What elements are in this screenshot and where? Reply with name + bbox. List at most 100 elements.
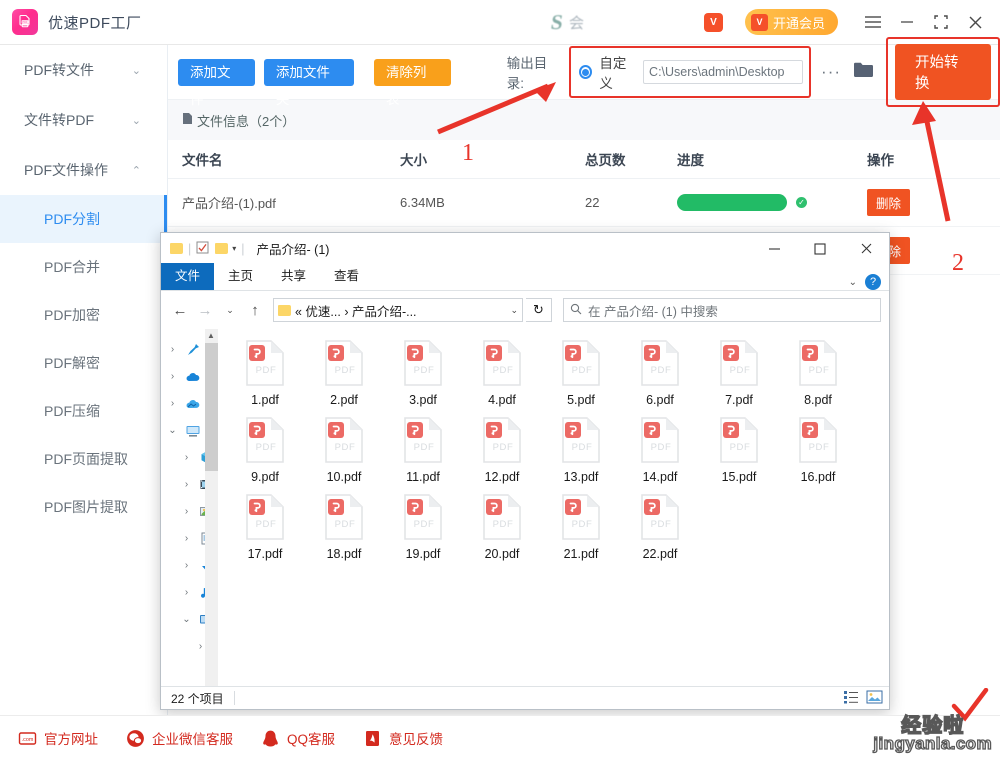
chevron-down-icon[interactable]: ⌄ <box>849 277 857 288</box>
start-convert-button[interactable]: 开始转换 <box>895 44 991 100</box>
address-bar[interactable]: « 优速... › 产品介绍-... ⌄ <box>273 298 523 322</box>
delete-row-button[interactable]: 删除 <box>867 188 911 216</box>
expander-icon[interactable]: › <box>179 560 194 571</box>
file-item[interactable]: PDF 13.pdf <box>542 416 621 493</box>
details-view-icon[interactable] <box>843 690 859 707</box>
hamburger-menu-icon[interactable] <box>856 0 890 45</box>
explorer-minimize-icon[interactable] <box>751 233 797 264</box>
footer-official-website[interactable]: .com 官方网址 <box>18 728 98 748</box>
footer-feedback[interactable]: 意见反馈 <box>363 728 443 748</box>
file-item[interactable]: PDF 16.pdf <box>779 416 858 493</box>
refresh-icon[interactable]: ↻ <box>526 298 552 322</box>
svg-text:PDF: PDF <box>256 442 277 453</box>
file-item[interactable]: PDF 8.pdf <box>779 339 858 416</box>
footer-qq-support[interactable]: QQ客服 <box>261 728 335 748</box>
search-box[interactable]: 在 产品介绍- (1) 中搜索 <box>563 298 881 322</box>
svg-text:PDF: PDF <box>809 365 830 376</box>
sidebar-item-pdf-decrypt[interactable]: PDF解密 <box>0 339 167 387</box>
file-item-label: 15.pdf <box>721 470 757 484</box>
table-row[interactable]: 产品介绍-(1).pdf 6.34MB 22 ✓ 删除 <box>168 178 1000 227</box>
file-item[interactable]: PDF 6.pdf <box>621 339 700 416</box>
expander-icon[interactable]: ⌄ <box>165 425 180 436</box>
file-item[interactable]: PDF 14.pdf <box>621 416 700 493</box>
arrow-right-icon[interactable]: → <box>194 298 216 322</box>
file-item-label: 11.pdf <box>406 470 440 484</box>
expander-icon[interactable]: › <box>179 479 194 490</box>
explorer-navbar: ← → ⌄ ↑ « 优速... › 产品介绍-... ⌄ ↻ 在 产品介绍- (… <box>161 291 889 329</box>
folder-icon[interactable] <box>170 243 183 254</box>
expander-icon[interactable]: › <box>179 452 194 463</box>
svg-text:PDF: PDF <box>730 442 751 453</box>
tree-scrollbar[interactable]: ▲ ▼ <box>204 329 218 700</box>
app-titlebar: PDF 优速PDF工厂 S 会 V V 开通会员 <box>0 0 1000 45</box>
output-path-input[interactable] <box>643 60 804 84</box>
ribbon-tab-view[interactable]: 查看 <box>320 263 373 290</box>
svg-text:PDF: PDF <box>651 365 672 376</box>
file-item[interactable]: PDF 1.pdf <box>226 339 305 416</box>
vip-icon: V <box>750 13 768 31</box>
file-item[interactable]: PDF 18.pdf <box>305 493 384 570</box>
footer-wechat-work-support[interactable]: 企业微信客服 <box>126 728 233 748</box>
sidebar-item-pdf-merge[interactable]: PDF合并 <box>0 243 167 291</box>
file-item[interactable]: PDF 2.pdf <box>305 339 384 416</box>
open-vip-button[interactable]: V 开通会员 <box>744 9 838 35</box>
file-item[interactable]: PDF 7.pdf <box>700 339 779 416</box>
file-item[interactable]: PDF 11.pdf <box>384 416 463 493</box>
file-item[interactable]: PDF 3.pdf <box>384 339 463 416</box>
svg-text:PDF: PDF <box>493 365 514 376</box>
open-folder-icon[interactable] <box>853 61 874 83</box>
explorer-close-icon[interactable] <box>843 233 889 264</box>
file-item[interactable]: PDF 10.pdf <box>305 416 384 493</box>
expander-icon[interactable]: › <box>179 506 194 517</box>
chevron-down-icon[interactable]: ⌄ <box>510 305 518 316</box>
scroll-up-arrow-icon[interactable]: ▲ <box>204 329 218 343</box>
file-item-label: 12.pdf <box>484 470 520 484</box>
file-item[interactable]: PDF 17.pdf <box>226 493 305 570</box>
file-item[interactable]: PDF 21.pdf <box>542 493 621 570</box>
new-folder-icon[interactable] <box>215 243 229 254</box>
history-dropdown-icon[interactable]: ⌄ <box>219 298 241 322</box>
sidebar-item-pdf-compress[interactable]: PDF压缩 <box>0 387 167 435</box>
sidebar-item-label: PDF合并 <box>44 259 100 275</box>
file-item[interactable]: PDF 5.pdf <box>542 339 621 416</box>
file-item[interactable]: PDF 12.pdf <box>463 416 542 493</box>
sidebar-item-pdf-encrypt[interactable]: PDF加密 <box>0 291 167 339</box>
file-item-label: 2.pdf <box>330 393 358 407</box>
clear-list-button[interactable]: 清除列表 <box>373 58 451 107</box>
customize-dropdown-icon[interactable]: ▾ <box>232 244 236 253</box>
arrow-left-icon[interactable]: ← <box>169 298 191 322</box>
expander-icon[interactable]: › <box>165 371 180 382</box>
add-file-button[interactable]: 添加文件 <box>178 58 255 107</box>
sidebar-item-pdf-split[interactable]: PDF分割 <box>0 195 167 243</box>
tree-scroll-thumb[interactable] <box>204 343 218 471</box>
properties-icon[interactable] <box>196 241 209 257</box>
arrow-up-icon[interactable]: ↑ <box>244 298 266 322</box>
sidebar-item-pdf-page-extract[interactable]: PDF页面提取 <box>0 435 167 483</box>
expander-icon[interactable]: › <box>165 344 180 355</box>
file-item[interactable]: PDF 9.pdf <box>226 416 305 493</box>
sidebar-group-pdf-operations[interactable]: PDF文件操作 ⌃ <box>0 145 167 195</box>
add-folder-button[interactable]: 添加文件夹 <box>263 58 354 107</box>
ribbon-tab-home[interactable]: 主页 <box>214 263 267 290</box>
sidebar-group-pdf-to-file[interactable]: PDF转文件 ⌄ <box>0 45 167 95</box>
file-item[interactable]: PDF 20.pdf <box>463 493 542 570</box>
help-icon[interactable]: ? <box>865 274 881 290</box>
expander-icon[interactable]: › <box>179 587 194 598</box>
explorer-maximize-icon[interactable] <box>797 233 843 264</box>
file-grid-pane[interactable]: PDF 1.pdf PDF 2.pdf PDF 3.pdf PDF 4.pdf PDF 5.pdf… <box>218 329 890 700</box>
expander-icon[interactable]: ⌄ <box>179 614 194 625</box>
sidebar-item-pdf-image-extract[interactable]: PDF图片提取 <box>0 483 167 531</box>
expander-icon[interactable]: › <box>179 533 194 544</box>
ribbon-tab-share[interactable]: 共享 <box>267 263 320 290</box>
file-item[interactable]: PDF 15.pdf <box>700 416 779 493</box>
ribbon-tab-file[interactable]: 文件 <box>161 263 215 290</box>
expander-icon[interactable]: › <box>165 398 180 409</box>
output-dir-label: 输出目录: <box>506 56 548 91</box>
file-item[interactable]: PDF 4.pdf <box>463 339 542 416</box>
sidebar-group-file-to-pdf[interactable]: 文件转PDF ⌄ <box>0 95 167 145</box>
custom-dir-radio[interactable] <box>579 65 593 79</box>
file-item[interactable]: PDF 22.pdf <box>621 493 700 570</box>
large-icons-view-icon[interactable] <box>866 690 883 707</box>
file-item[interactable]: PDF 19.pdf <box>384 493 463 570</box>
more-options-button[interactable]: ··· <box>821 62 841 82</box>
